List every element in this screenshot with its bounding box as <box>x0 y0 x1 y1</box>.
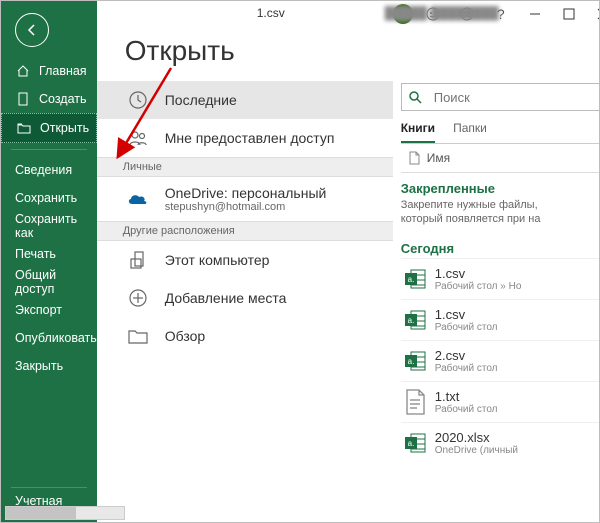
svg-text:a.: a. <box>407 357 414 366</box>
nav-label: Главная <box>39 64 87 78</box>
source-shared[interactable]: Мне предоставлен доступ <box>97 119 393 157</box>
file-item[interactable]: a. 2020.xlsxOneDrive (личный <box>401 422 600 463</box>
file-location: OneDrive (личный <box>435 445 518 456</box>
group-personal: Личные <box>97 157 393 177</box>
file-tabs: Книги Папки <box>401 117 600 144</box>
nav-save-as[interactable]: Сохранить как <box>1 212 97 240</box>
file-name: 2.csv <box>435 348 498 363</box>
file-location: Рабочий стол <box>435 363 498 374</box>
onedrive-icon <box>123 184 153 214</box>
file-name: 2020.xlsx <box>435 430 518 445</box>
file-type-icon <box>401 388 429 416</box>
nav-close[interactable]: Закрыть <box>1 352 97 380</box>
minimize-button[interactable] <box>523 4 547 24</box>
source-label: Этот компьютер <box>165 252 270 268</box>
file-name: 1.csv <box>435 266 522 281</box>
source-label: Мне предоставлен доступ <box>165 130 335 146</box>
file-type-icon: a. <box>401 306 429 334</box>
column-name[interactable]: Имя <box>427 151 450 165</box>
search-box[interactable] <box>401 83 600 111</box>
file-item[interactable]: 1.txtРабочий стол <box>401 381 600 422</box>
source-onedrive[interactable]: OneDrive: персональный stepushyn@hotmail… <box>97 177 393 221</box>
source-this-pc[interactable]: Этот компьютер <box>97 241 393 279</box>
folder-icon <box>123 321 153 351</box>
svg-text:a.: a. <box>407 439 414 448</box>
add-place-icon <box>123 283 153 313</box>
titlebar: 1.csv █████ ████████ ? <box>97 1 600 27</box>
search-icon <box>408 90 422 104</box>
file-type-icon: a. <box>401 347 429 375</box>
folder-open-icon <box>16 120 32 136</box>
nav-export[interactable]: Экспорт <box>1 296 97 324</box>
source-label: Обзор <box>165 328 205 344</box>
nav-info[interactable]: Сведения <box>1 156 97 184</box>
files-panel: Книги Папки Имя Закрепленные Закрепите н… <box>393 81 600 522</box>
nav-new[interactable]: Создать <box>1 85 97 113</box>
nav-open[interactable]: Открыть <box>1 113 97 143</box>
nav-label: Открыть <box>40 121 89 135</box>
nav-print[interactable]: Печать <box>1 240 97 268</box>
pinned-desc: Закрепите нужные файлы, который появляет… <box>401 198 561 227</box>
tab-workbooks[interactable]: Книги <box>401 117 435 143</box>
window-title: 1.csv <box>257 6 285 20</box>
file-location: Рабочий стол <box>435 404 498 415</box>
file-location: Рабочий стол <box>435 322 498 333</box>
nav-publish[interactable]: Опубликовать <box>1 324 97 352</box>
this-pc-icon <box>123 245 153 275</box>
maximize-button[interactable] <box>557 4 581 24</box>
new-file-icon <box>15 91 31 107</box>
source-add-place[interactable]: Добавление места <box>97 279 393 317</box>
main-area: 1.csv █████ ████████ ? Открыть Последние <box>97 1 600 522</box>
user-name: █████ ████████ <box>385 6 499 20</box>
tab-folders[interactable]: Папки <box>453 117 487 143</box>
file-name: 1.txt <box>435 389 498 404</box>
file-type-icon: a. <box>401 265 429 293</box>
back-button[interactable] <box>15 13 49 47</box>
close-button[interactable] <box>591 4 600 24</box>
today-heading: Сегодня <box>401 241 600 256</box>
backstage-sidebar: Главная Создать Открыть Сведения Сохрани… <box>1 1 97 522</box>
nav-home[interactable]: Главная <box>1 57 97 85</box>
divider <box>11 149 87 150</box>
divider <box>11 487 87 488</box>
nav-share[interactable]: Общий доступ <box>1 268 97 296</box>
file-icon <box>401 151 427 165</box>
source-subtitle: stepushyn@hotmail.com <box>165 201 327 213</box>
clock-icon <box>123 85 153 115</box>
pinned-heading: Закрепленные <box>401 181 600 196</box>
source-label: Последние <box>165 92 237 108</box>
source-browse[interactable]: Обзор <box>97 317 393 355</box>
file-item[interactable]: a. 1.csvРабочий стол » Но <box>401 258 600 299</box>
svg-text:a.: a. <box>407 275 414 284</box>
group-other: Другие расположения <box>97 221 393 241</box>
nav-save[interactable]: Сохранить <box>1 184 97 212</box>
file-location: Рабочий стол » Но <box>435 281 522 292</box>
file-item[interactable]: a. 2.csvРабочий стол <box>401 340 600 381</box>
horizontal-scrollbar[interactable] <box>5 506 125 520</box>
file-type-icon: a. <box>401 429 429 457</box>
source-recent[interactable]: Последние <box>97 81 393 119</box>
nav-label: Создать <box>39 92 87 106</box>
source-label: Добавление места <box>165 290 287 306</box>
source-label: OneDrive: персональный <box>165 185 327 201</box>
search-input[interactable] <box>432 89 600 106</box>
shared-icon <box>123 123 153 153</box>
open-sources: Последние Мне предоставлен доступ Личные… <box>97 81 393 522</box>
svg-text:a.: a. <box>407 316 414 325</box>
file-item[interactable]: a. 1.csvРабочий стол <box>401 299 600 340</box>
table-header: Имя <box>401 144 600 173</box>
file-name: 1.csv <box>435 307 498 322</box>
home-icon <box>15 63 31 79</box>
page-title: Открыть <box>125 35 600 67</box>
